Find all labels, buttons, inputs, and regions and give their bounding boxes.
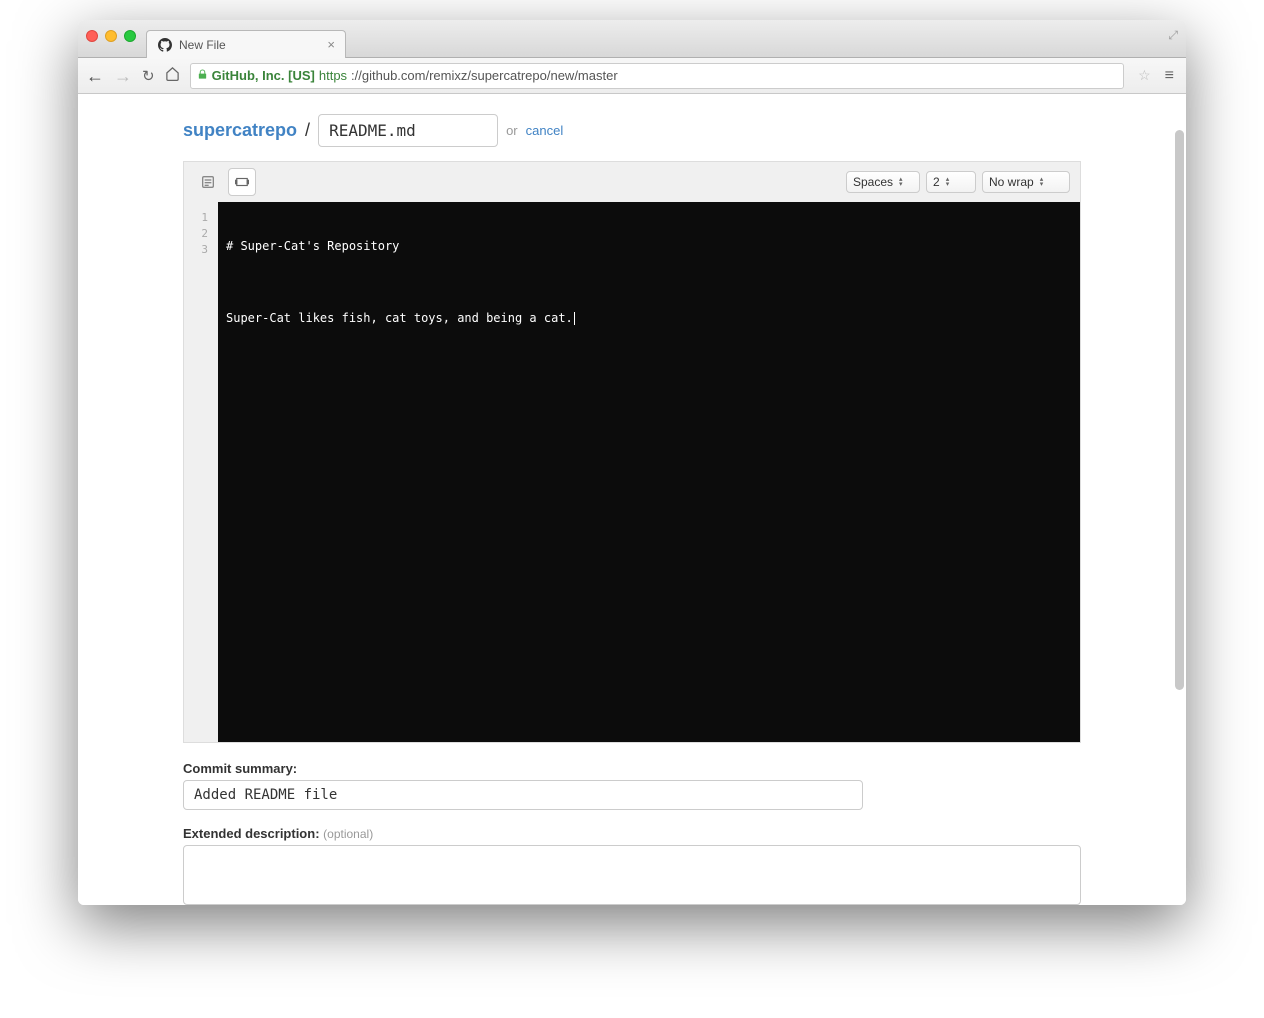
editor-body[interactable]: 1 2 3 # Super-Cat's Repository Super-Cat…: [184, 202, 1080, 742]
code-line: # Super-Cat's Repository: [226, 238, 1072, 254]
window-controls: [86, 30, 136, 42]
chevron-updown-icon: ▴▾: [1040, 177, 1044, 187]
tab-title: New File: [179, 38, 226, 52]
back-button[interactable]: ←: [86, 67, 104, 85]
close-window-button[interactable]: [86, 30, 98, 42]
code-line: Super-Cat likes fish, cat toys, and bein…: [226, 310, 1072, 326]
url-path: ://github.com/remixz/supercatrepo/new/ma…: [351, 68, 618, 83]
indent-size-value: 2: [933, 175, 940, 189]
breadcrumb: supercatrepo / or cancel: [183, 114, 1081, 147]
url-protocol: https: [319, 68, 347, 83]
commit-section: Commit summary: Extended description: (o…: [183, 743, 1081, 905]
code-view-button[interactable]: [194, 168, 222, 196]
forward-button[interactable]: →: [114, 67, 132, 85]
lock-icon: [197, 69, 208, 83]
line-number: 2: [190, 226, 208, 242]
or-text: or: [506, 123, 518, 138]
commit-summary-input[interactable]: [183, 780, 863, 810]
wrap-mode-select[interactable]: No wrap ▴▾: [982, 171, 1070, 193]
browser-toolbar: ← → ↻ GitHub, Inc. [US] https ://github.…: [78, 58, 1186, 94]
fullscreen-icon[interactable]: ⤢: [1168, 28, 1178, 43]
indent-size-select[interactable]: 2 ▴▾: [926, 171, 976, 193]
breadcrumb-slash: /: [305, 120, 310, 141]
titlebar: New File × ⤢: [78, 20, 1186, 58]
minimize-window-button[interactable]: [105, 30, 117, 42]
editor-settings: Spaces ▴▾ 2 ▴▾ No wrap ▴▾: [846, 171, 1070, 193]
bookmark-star-icon[interactable]: ☆: [1138, 67, 1151, 84]
commit-summary-label: Commit summary:: [183, 761, 1081, 776]
extended-description-label: Extended description: (optional): [183, 826, 1081, 841]
line-number: 1: [190, 210, 208, 226]
preview-button[interactable]: [228, 168, 256, 196]
optional-hint: (optional): [323, 827, 373, 841]
page-content: supercatrepo / or cancel Spaces ▴▾: [78, 94, 1186, 905]
indent-mode-value: Spaces: [853, 175, 893, 189]
chrome-menu-icon[interactable]: ≡: [1161, 67, 1178, 85]
nav-buttons: ← → ↻: [86, 66, 180, 85]
editor-frame: Spaces ▴▾ 2 ▴▾ No wrap ▴▾ 1 2: [183, 161, 1081, 743]
extended-description-input[interactable]: [183, 845, 1081, 905]
text-cursor: [574, 312, 575, 325]
reload-button[interactable]: ↻: [142, 67, 155, 85]
chevron-updown-icon: ▴▾: [946, 177, 950, 187]
repo-link[interactable]: supercatrepo: [183, 120, 297, 141]
cert-label: GitHub, Inc. [US]: [212, 68, 315, 83]
github-favicon-icon: [157, 37, 173, 53]
wrap-mode-value: No wrap: [989, 175, 1034, 189]
browser-window: New File × ⤢ ← → ↻ GitHub, Inc. [US] htt…: [78, 20, 1186, 905]
cancel-link[interactable]: cancel: [526, 123, 564, 138]
browser-tab[interactable]: New File ×: [146, 30, 346, 58]
filename-input[interactable]: [318, 114, 498, 147]
close-tab-icon[interactable]: ×: [327, 37, 335, 52]
scrollbar[interactable]: [1175, 130, 1184, 690]
indent-mode-select[interactable]: Spaces ▴▾: [846, 171, 920, 193]
chevron-updown-icon: ▴▾: [899, 177, 903, 187]
home-button[interactable]: [165, 66, 180, 85]
maximize-window-button[interactable]: [124, 30, 136, 42]
editor-toolbar: Spaces ▴▾ 2 ▴▾ No wrap ▴▾: [184, 162, 1080, 202]
line-number-gutter: 1 2 3: [184, 202, 218, 742]
code-area[interactable]: # Super-Cat's Repository Super-Cat likes…: [218, 202, 1080, 742]
line-number: 3: [190, 242, 208, 258]
address-bar[interactable]: GitHub, Inc. [US] https ://github.com/re…: [190, 63, 1125, 89]
